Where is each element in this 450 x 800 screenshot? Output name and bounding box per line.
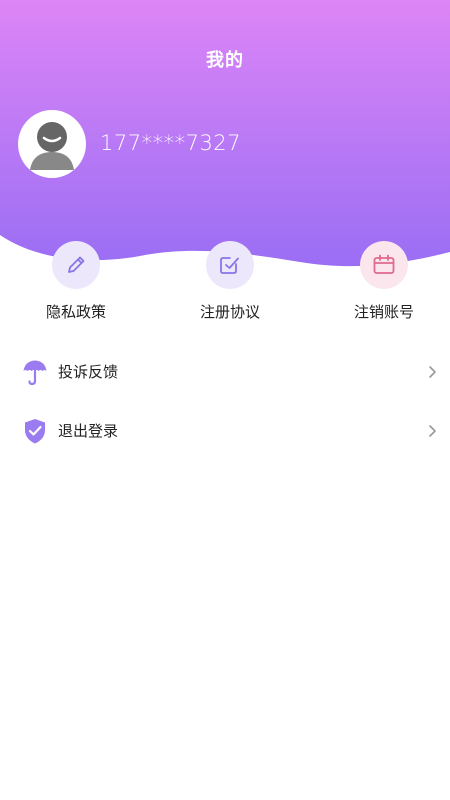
shield-check-icon [22,417,48,445]
menu-item-label: 退出登录 [58,422,119,440]
privacy-policy-label: 隐私政策 [45,303,106,321]
calendar-icon [373,254,395,274]
user-phone: 177****7327 [100,131,242,155]
privacy-policy-icon-circle [52,241,100,289]
default-avatar-icon [20,112,84,176]
menu-item-complaint-feedback[interactable]: 投诉反馈 [0,348,450,396]
menu-item-label: 投诉反馈 [58,363,119,381]
page-title: 我的 [206,50,244,71]
checkbox-icon [220,257,239,274]
delete-account-button[interactable]: 注销账号 [334,241,434,322]
privacy-policy-button[interactable]: 隐私政策 [26,241,126,322]
pencil-icon [68,256,85,273]
delete-account-icon-circle [360,241,408,289]
registration-agreement-icon-circle [206,241,254,289]
umbrella-icon [22,358,48,386]
avatar[interactable] [18,110,86,178]
menu-item-logout[interactable]: 退出登录 [0,407,450,455]
registration-agreement-label: 注册协议 [199,303,260,321]
chevron-right-icon [429,425,436,437]
registration-agreement-button[interactable]: 注册协议 [180,241,280,322]
delete-account-label: 注销账号 [353,303,414,321]
chevron-right-icon [429,366,436,378]
